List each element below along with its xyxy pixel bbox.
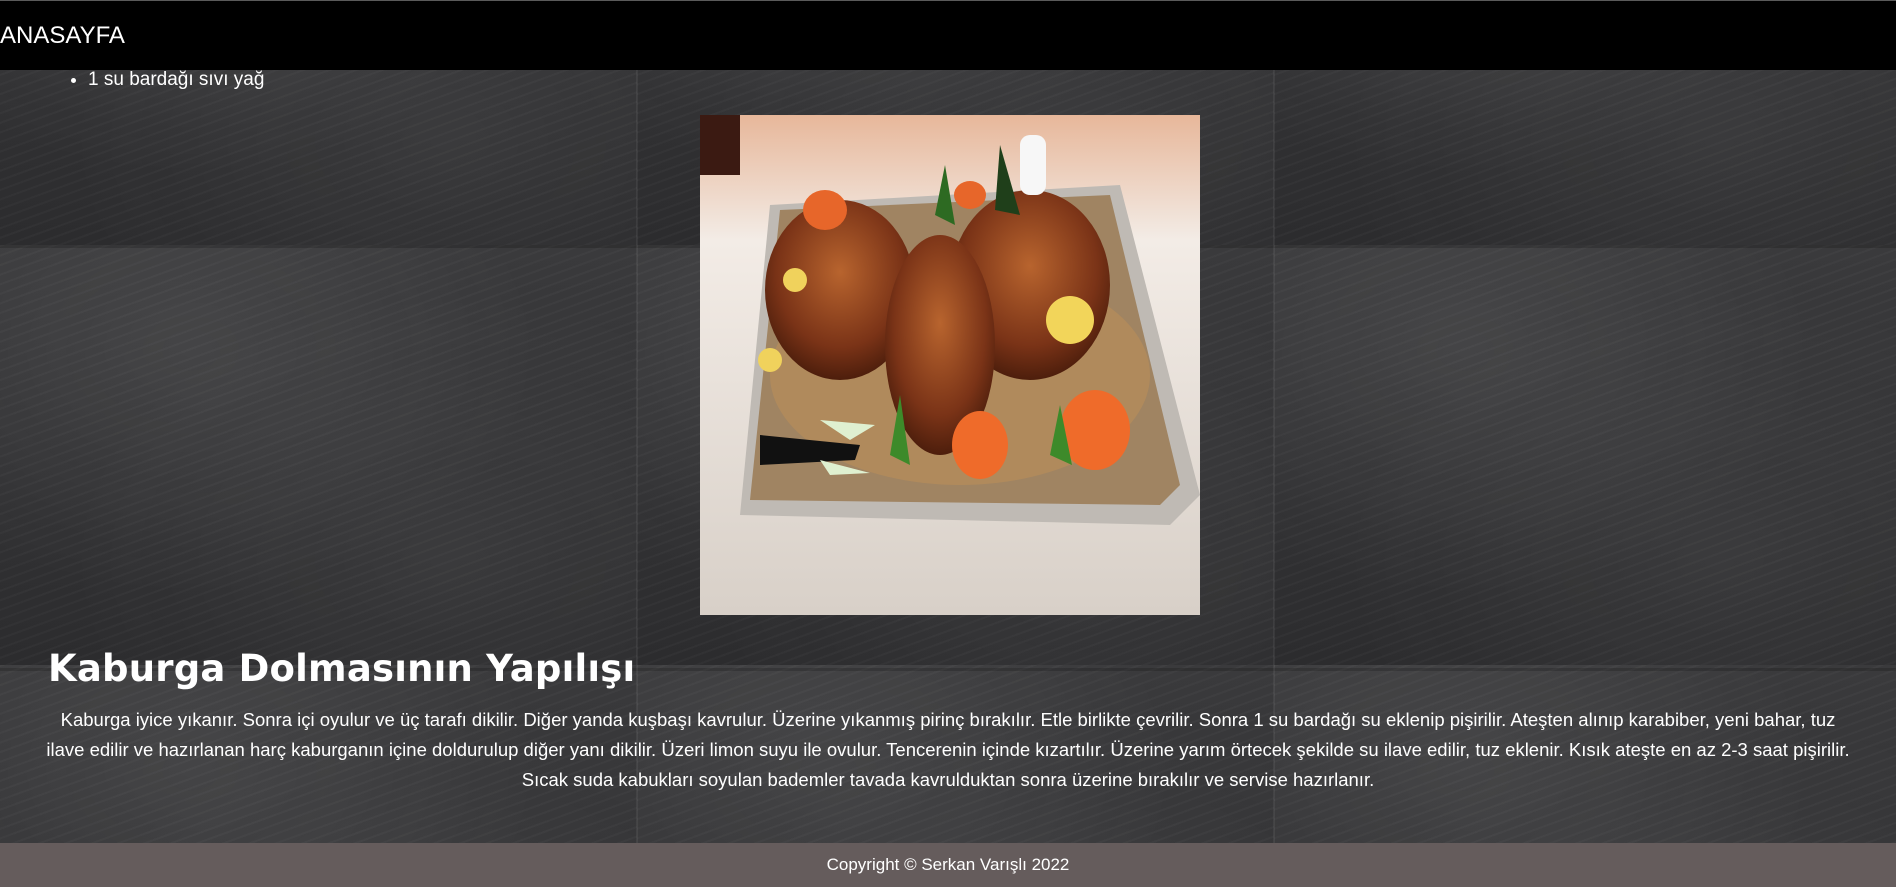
dish-image bbox=[700, 115, 1200, 615]
recipe-instructions: Kaburga iyice yıkanır. Sonra içi oyulur … bbox=[46, 709, 1850, 790]
recipe-title: Kaburga Dolmasının Yapılışı bbox=[48, 647, 636, 690]
top-navbar: ANASAYFA bbox=[0, 0, 1896, 70]
list-item: 1 su bardağı sıvı yağ bbox=[88, 68, 264, 92]
ingredients-list: 1 su bardağı sıvı yağ bbox=[68, 68, 264, 92]
stuffed-ribs-photo-icon bbox=[700, 115, 1200, 615]
copyright-text: Copyright © Serkan Varışlı 2022 bbox=[826, 855, 1070, 874]
footer: Copyright © Serkan Varışlı 2022 bbox=[0, 843, 1896, 887]
nav-home-link[interactable]: ANASAYFA bbox=[0, 21, 125, 51]
